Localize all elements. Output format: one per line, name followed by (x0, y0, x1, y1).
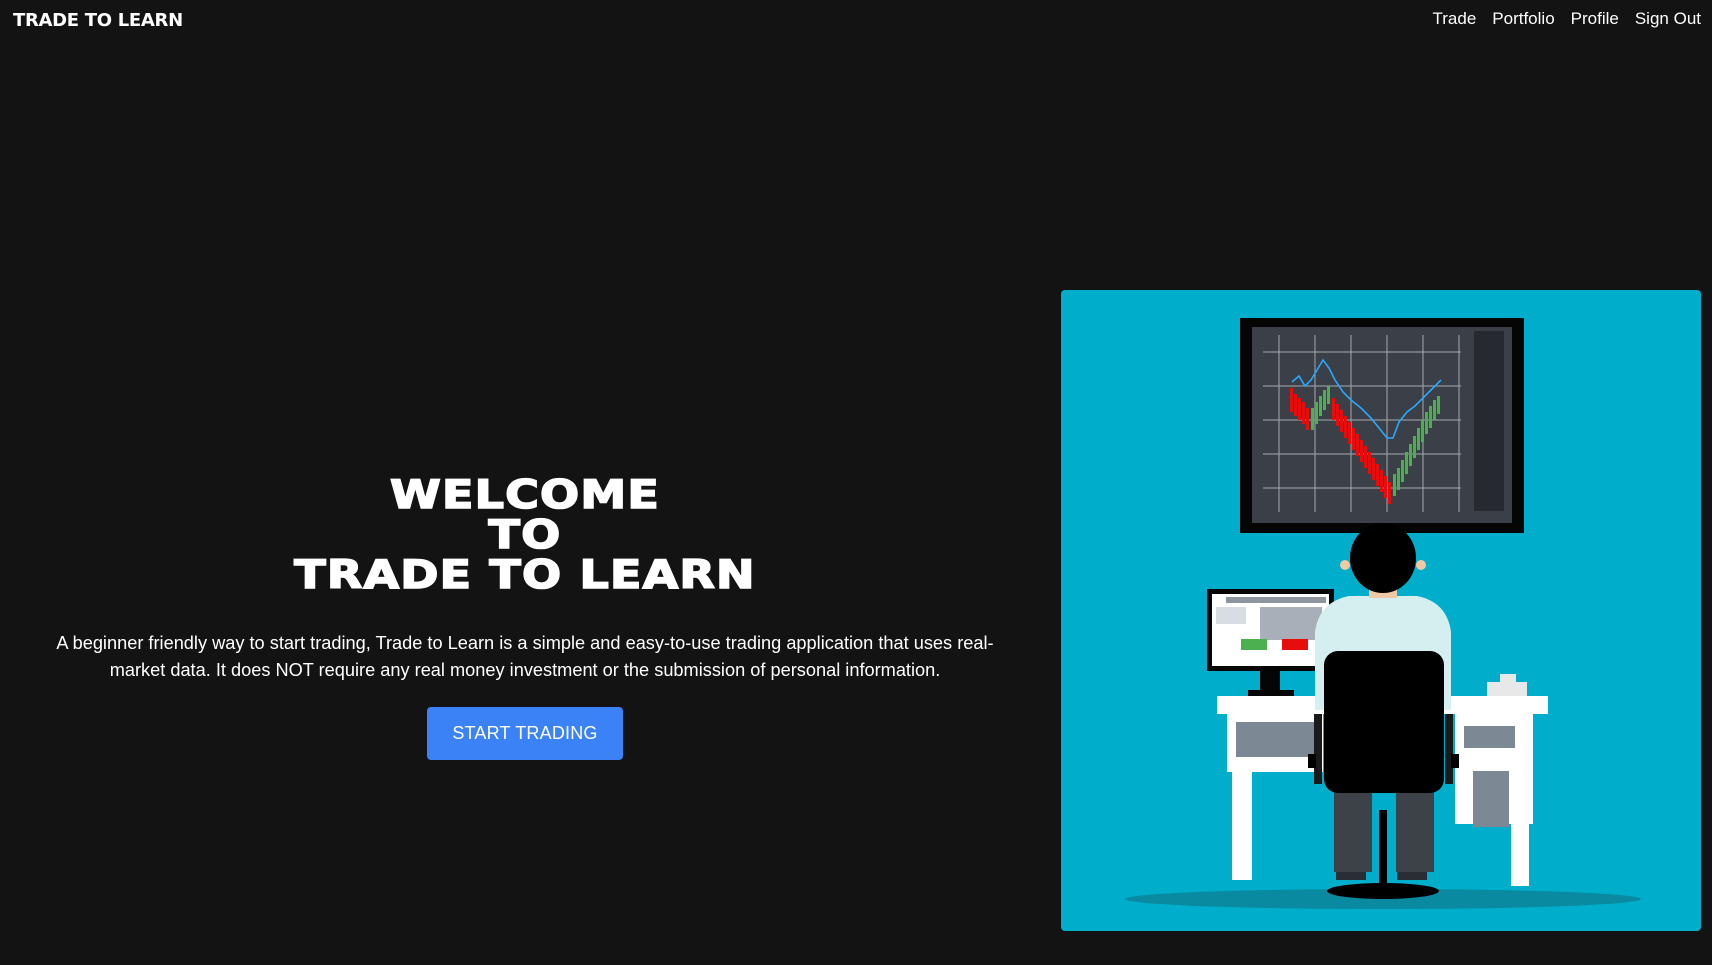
hero-title: WELCOME TO TRADE TO LEARN (0, 473, 1086, 598)
hero-section: WELCOME TO TRADE TO LEARN A beginner fri… (50, 475, 1000, 760)
hero-description: A beginner friendly way to start trading… (56, 633, 994, 680)
hero-title-line-2: TO (488, 513, 562, 558)
nav-profile-link[interactable]: Profile (1571, 9, 1619, 29)
nav-portfolio-link[interactable]: Portfolio (1492, 9, 1554, 29)
trader-person-icon (1308, 523, 1459, 899)
nav-sign-out-link[interactable]: Sign Out (1635, 9, 1701, 29)
hero-title-line-3: TRADE TO LEARN (293, 553, 756, 598)
brand-logo-link[interactable]: TRADE TO LEARN (13, 10, 183, 31)
start-trading-button[interactable]: START TRADING (427, 707, 623, 760)
top-navbar: TRADE TO LEARN Trade Portfolio Profile S… (0, 0, 1712, 44)
wall-monitor-chart-icon (1240, 318, 1524, 533)
desk-monitor-icon (1207, 589, 1334, 696)
hero-title-line-1: WELCOME (389, 473, 660, 518)
trader-at-desk-illustration (1061, 290, 1701, 931)
nav-trade-link[interactable]: Trade (1433, 9, 1477, 29)
main-nav: Trade Portfolio Profile Sign Out (1433, 9, 1702, 29)
landing-page: TRADE TO LEARN Trade Portfolio Profile S… (0, 0, 1712, 965)
